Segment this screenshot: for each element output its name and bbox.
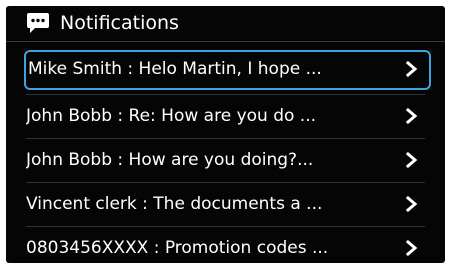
notification-text: 0803456XXXX : Promotion codes ...	[26, 238, 329, 258]
chevron-right-icon	[405, 108, 418, 124]
notification-text: John Bobb : How are you doing?...	[26, 150, 314, 170]
chevron-right-icon	[405, 61, 418, 77]
notification-text: Vincent clerk : The documents a ...	[26, 194, 323, 214]
chevron-right-icon	[405, 240, 418, 256]
notification-item-5[interactable]: 0803456XXXX : Promotion codes ...	[6, 226, 445, 263]
notification-text: John Bobb : Re: How are you do ...	[26, 106, 317, 126]
notification-item-2[interactable]: John Bobb : Re: How are you do ...	[6, 94, 445, 138]
notifications-screen: Notifications Mike Smith : Helo Martin, …	[6, 6, 445, 263]
notification-list: Mike Smith : Helo Martin, I hope ... Joh…	[6, 50, 445, 263]
notification-text: Mike Smith : Helo Martin, I hope ...	[28, 59, 322, 79]
notification-item-4[interactable]: Vincent clerk : The documents a ...	[6, 182, 445, 226]
notification-item-3[interactable]: John Bobb : How are you doing?...	[6, 138, 445, 182]
chevron-right-icon	[405, 152, 418, 168]
chat-bubble-icon	[27, 13, 49, 33]
page-title: Notifications	[60, 12, 179, 34]
chevron-right-icon	[405, 196, 418, 212]
notifications-header: Notifications	[6, 6, 445, 42]
notification-item-1[interactable]: Mike Smith : Helo Martin, I hope ...	[24, 50, 431, 90]
